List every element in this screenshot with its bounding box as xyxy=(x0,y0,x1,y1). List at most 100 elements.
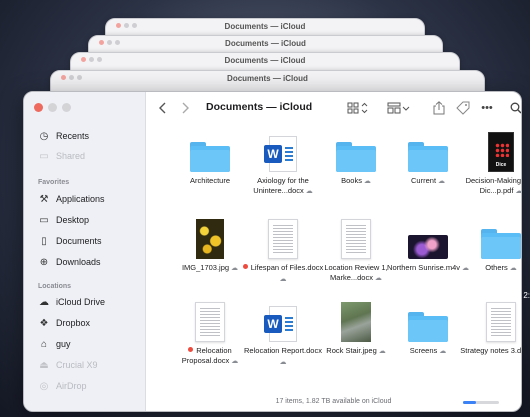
folder-icon xyxy=(408,142,448,172)
file-label: Decision-Making with Dic...p.pdf ☁ xyxy=(459,176,521,197)
shared-folder-icon: ▭ xyxy=(39,150,49,162)
video-thumbnail xyxy=(408,235,448,259)
sidebar-item-label: Shared xyxy=(56,151,86,161)
document-thumbnail xyxy=(195,302,225,342)
icloud-status-icon: ☁ xyxy=(436,178,445,185)
file-thumbnail xyxy=(392,128,464,172)
icloud-icon: ☁ xyxy=(39,296,49,308)
file-thumbnail: W xyxy=(247,298,319,342)
share-button[interactable] xyxy=(430,98,448,118)
sidebar-item-applications[interactable]: ⚒ Applications xyxy=(38,192,105,206)
icloud-status-icon: ☁ xyxy=(437,348,447,355)
tag-button[interactable] xyxy=(454,98,472,118)
close-button[interactable] xyxy=(34,103,43,112)
sidebar-item-downloads[interactable]: ⊕ Downloads xyxy=(38,255,101,269)
applications-icon: ⚒ xyxy=(39,193,49,205)
word-document-icon: W xyxy=(264,136,297,172)
file-label: Relocation Proposal.docx ☁ xyxy=(168,346,252,367)
airdrop-icon: ◎ xyxy=(39,380,49,392)
sidebar-item-label: iCloud Drive xyxy=(56,297,106,307)
sidebar-item-label: AirDrop xyxy=(56,381,87,391)
image-thumbnail xyxy=(341,302,371,342)
file-label: Current ☁ xyxy=(386,176,470,187)
sidebar-item-icloud-drive[interactable]: ☁ iCloud Drive xyxy=(38,295,105,309)
eject-drive-icon: ⏏ xyxy=(39,359,49,371)
file-name: Architecture xyxy=(189,176,231,185)
file-label: Others ☁ xyxy=(459,263,521,274)
icloud-status-icon: ☁ xyxy=(279,276,287,283)
desktop-icon: ▭ xyxy=(39,214,49,226)
zoom-button[interactable] xyxy=(62,103,71,112)
finder-window: ◷ Recents ▭ Shared Favorites ⚒ Applications ▭ De… xyxy=(23,91,522,412)
stacked-window-title: Documents — iCloud xyxy=(224,22,306,31)
file-label: Relocation Report.docx ☁ xyxy=(241,346,325,368)
sidebar-section-header: Favorites xyxy=(38,179,70,186)
file-label: IMG_1703.jpg ☁ xyxy=(168,263,252,274)
icon-size-slider-fill xyxy=(463,401,476,404)
back-button[interactable] xyxy=(154,98,172,118)
grid-view-icon xyxy=(347,102,368,114)
view-mode-button[interactable] xyxy=(344,98,372,118)
file-grid: Architecture W Axiology for the Unintere..… xyxy=(146,124,521,393)
red-tag-icon xyxy=(188,347,194,352)
more-button[interactable]: ••• xyxy=(478,98,496,118)
stacked-window-titlebar: Documents — iCloud xyxy=(71,53,459,67)
chevron-right-icon xyxy=(182,102,189,114)
file-name: Books xyxy=(341,176,362,185)
stacked-window-title: Documents — iCloud xyxy=(227,74,308,83)
home-icon: ⌂ xyxy=(40,338,48,350)
sidebar-item-label: Applications xyxy=(56,194,105,204)
sidebar-section-header: Locations xyxy=(38,283,72,290)
file-thumbnail xyxy=(392,298,464,342)
file-label: Architecture xyxy=(168,176,252,186)
icloud-status-icon: ☁ xyxy=(372,275,382,282)
icloud-status-icon: ☁ xyxy=(376,348,386,355)
file-label: Screens ☁ xyxy=(386,346,470,357)
tag-icon xyxy=(456,101,470,115)
file-thumbnail xyxy=(174,128,246,172)
window-title: Documents — iCloud xyxy=(206,101,313,113)
forward-button[interactable] xyxy=(176,98,194,118)
red-tag-icon xyxy=(242,264,248,269)
stacked-window-titlebar: Documents — iCloud xyxy=(106,19,424,33)
file-thumbnail xyxy=(247,215,319,259)
group-button[interactable] xyxy=(384,98,414,118)
file-thumbnail xyxy=(174,298,246,342)
sidebar-item-shared[interactable]: ▭ Shared xyxy=(38,149,85,163)
file-thumbnail: Dice xyxy=(465,128,521,172)
sidebar-item-label: Downloads xyxy=(56,257,101,267)
icloud-status-icon: ☁ xyxy=(229,358,239,365)
stacked-window-titlebar: Documents — iCloud xyxy=(89,36,442,50)
icloud-status-icon: ☁ xyxy=(303,188,313,195)
pdf-thumbnail: Dice xyxy=(488,132,514,172)
sidebar-item-documents[interactable]: ▯ Documents xyxy=(38,234,102,248)
search-icon xyxy=(510,102,521,114)
stacked-window-title: Documents — iCloud xyxy=(225,39,306,48)
icon-size-slider[interactable] xyxy=(463,401,499,404)
search-button[interactable] xyxy=(506,98,521,118)
file-label: Strategy notes 3.docx ☁ xyxy=(459,346,522,357)
file-name: Axiology for the Unintere...docx xyxy=(253,176,309,195)
file-thumbnail xyxy=(320,298,392,342)
sidebar-item-label: Documents xyxy=(56,236,102,246)
status-bar: 17 items, 1.82 TB available on iCloud xyxy=(146,393,521,411)
sidebar-item-crucial-x9[interactable]: ⏏ Crucial X9 xyxy=(38,358,97,372)
file-name: Strategy notes 3.docx xyxy=(460,346,522,355)
sidebar-item-desktop[interactable]: ▭ Desktop xyxy=(38,213,89,227)
downloads-icon: ⊕ xyxy=(39,256,49,268)
file-name: Others xyxy=(485,263,508,272)
sidebar-item-label: Dropbox xyxy=(56,318,91,328)
minimize-button[interactable] xyxy=(48,103,57,112)
icloud-status-icon: ☁ xyxy=(229,265,239,272)
sidebar-item-airdrop[interactable]: ◎ AirDrop xyxy=(38,379,87,393)
sidebar-item-recents[interactable]: ◷ Recents xyxy=(38,129,89,143)
document-thumbnail xyxy=(486,302,516,342)
sidebar-item-guy[interactable]: ⌂ guy xyxy=(38,337,71,351)
dropbox-icon: ❖ xyxy=(39,317,49,329)
sidebar-item-dropbox[interactable]: ❖ Dropbox xyxy=(38,316,91,330)
sidebar-item-label: Recents xyxy=(56,131,90,141)
group-by-icon xyxy=(387,102,410,114)
file-label: Lifespan of Files.docx ☁ xyxy=(241,263,325,285)
word-document-icon: W xyxy=(264,306,297,342)
file-thumbnail xyxy=(320,215,392,259)
